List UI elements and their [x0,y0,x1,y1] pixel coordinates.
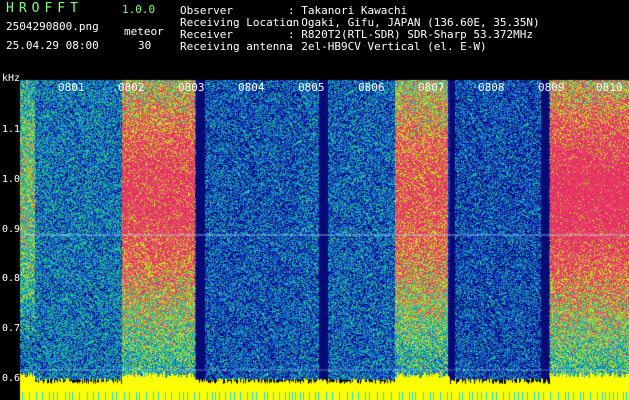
time-label: 0806 [358,81,385,94]
y-tick: 0.9 [2,224,21,235]
mode-label: meteor [124,25,164,38]
y-tick: 1.0 [2,174,21,185]
time-label: 0801 [58,81,85,94]
time-label: 0802 [118,81,145,94]
time-label: 0805 [298,81,325,94]
version-label: 1.0.0 [122,3,156,16]
time-label: 0810 [596,81,623,94]
y-tick: 0.8 [2,273,21,284]
datetime-label: 25.04.29 08:00 [6,39,99,52]
time-label: 0804 [238,81,265,94]
time-label: 0807 [418,81,445,94]
y-tick: 0.6 [2,373,21,384]
time-label: 0809 [538,81,565,94]
app-title: HROFFT [6,1,83,16]
y-tick: 1.1 [2,124,21,135]
filename-label: 2504290800.png [6,20,99,33]
time-label: 0803 [178,81,205,94]
time-label: 0808 [478,81,505,94]
axis-unit-label: kHz [2,73,21,84]
antenna-key: Receiving antenna [180,40,293,53]
y-tick: 0.7 [2,323,21,334]
spectrogram-canvas [0,0,629,400]
meteor-count: 30 [138,39,152,52]
antenna-value: : 2el-HB9CV Vertical (el. E-W) [288,40,487,53]
